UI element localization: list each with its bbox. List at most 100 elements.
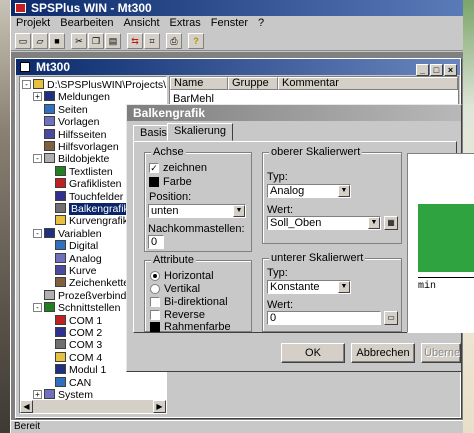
tree-item[interactable]: Modul 1 bbox=[44, 364, 106, 376]
collapse-icon[interactable]: - bbox=[33, 303, 42, 313]
apply-button[interactable]: Übernehmen bbox=[421, 343, 461, 363]
paste-icon[interactable]: ▤ bbox=[105, 33, 121, 49]
tree-horizontal-scrollbar[interactable]: ◀ ▶ bbox=[20, 400, 166, 413]
oberer-skalierwert-group: oberer Skalierwert Typ: Analog ▼ Wert: S… bbox=[262, 146, 402, 244]
cut-icon[interactable]: ✂ bbox=[71, 33, 87, 49]
tree-item[interactable]: Hilfsseiten bbox=[33, 128, 106, 141]
tree-item[interactable]: Vorlagen bbox=[33, 116, 99, 128]
menu-bearbeiten[interactable]: Bearbeiten bbox=[55, 16, 118, 31]
tree-item[interactable]: - Variablen bbox=[33, 227, 102, 240]
app-title: SPSPlus WIN - Mt300 bbox=[31, 1, 152, 15]
node-icon bbox=[55, 190, 66, 201]
tab-skalierung[interactable]: Skalierung bbox=[167, 123, 233, 141]
chevron-down-icon[interactable]: ▼ bbox=[338, 185, 350, 197]
tree-item-label: Kurve bbox=[69, 265, 97, 277]
balkengrafik-dialog: Balkengrafik Basis Skalierung Achse ✓ ze… bbox=[126, 104, 474, 372]
tree-item[interactable]: Hilfsvorlagen bbox=[33, 141, 119, 153]
tree-item[interactable]: COM 3 bbox=[44, 339, 102, 351]
zeichnen-checkbox[interactable]: ✓ bbox=[149, 163, 159, 173]
unterer-skalierwert-group: unterer Skalierwert Typ: Konstante ▼ Wer… bbox=[262, 252, 402, 332]
chevron-down-icon[interactable]: ▼ bbox=[338, 281, 350, 293]
tree-item[interactable]: - Bildobjekte bbox=[33, 153, 109, 165]
tree-item[interactable]: Zeichenkette bbox=[44, 277, 129, 289]
cancel-button[interactable]: Abbrechen bbox=[351, 343, 415, 363]
scroll-right-icon[interactable]: ▶ bbox=[153, 400, 166, 413]
menu-extras[interactable]: Extras bbox=[165, 16, 206, 31]
oberer-wert-value: Soll_Oben bbox=[270, 217, 322, 229]
unterer-typ-select[interactable]: Konstante ▼ bbox=[267, 280, 351, 294]
edit-value-icon[interactable]: ▭ bbox=[384, 311, 398, 325]
oberer-typ-select[interactable]: Analog ▼ bbox=[267, 184, 351, 198]
nachkommastellen-input[interactable]: 0 bbox=[148, 235, 164, 249]
tree-item-label: Analog bbox=[69, 252, 102, 265]
farbe-label: Farbe bbox=[163, 176, 192, 188]
chevron-down-icon[interactable]: ▼ bbox=[368, 217, 380, 229]
column-header-gruppe[interactable]: Gruppe bbox=[228, 77, 278, 90]
tree-item[interactable]: Grafiklisten bbox=[44, 178, 122, 190]
minimize-button[interactable]: _ bbox=[416, 64, 429, 76]
transfer-icon[interactable]: ⇆ bbox=[127, 33, 143, 49]
column-header-name[interactable]: Name bbox=[170, 77, 228, 90]
achse-group-label: Achse bbox=[151, 146, 186, 158]
help-icon[interactable]: ? bbox=[188, 33, 204, 49]
menu-bar: Projekt Bearbeiten Ansicht Extras Fenster? bbox=[11, 16, 463, 31]
preview-min-label: min bbox=[418, 281, 437, 292]
tree-item-label: COM 2 bbox=[69, 327, 103, 339]
vertikal-radio[interactable] bbox=[150, 284, 160, 294]
new-file-icon[interactable]: ▭ bbox=[15, 33, 31, 49]
tree-item[interactable]: COM 1 bbox=[44, 314, 102, 327]
menu-fenster[interactable]: Fenster bbox=[206, 16, 253, 31]
menu-projekt[interactable]: Projekt bbox=[11, 16, 55, 31]
tree-item[interactable]: Analog bbox=[44, 252, 102, 265]
menu-help[interactable]: ? bbox=[253, 16, 269, 31]
collapse-icon[interactable]: - bbox=[33, 228, 42, 238]
close-button[interactable]: × bbox=[444, 64, 457, 76]
bidirektional-checkbox[interactable] bbox=[150, 297, 160, 307]
copy-icon[interactable]: ❐ bbox=[88, 33, 104, 49]
tree-item[interactable]: COM 2 bbox=[44, 327, 102, 339]
tree-item[interactable]: Touchfelder bbox=[44, 190, 123, 203]
unterer-wert-input[interactable]: 0 bbox=[267, 311, 381, 325]
app-titlebar: SPSPlus WIN - Mt300 bbox=[11, 0, 463, 16]
farbe-swatch[interactable] bbox=[149, 177, 159, 187]
print-icon[interactable]: ⎙ bbox=[166, 33, 182, 49]
oberer-wert-select[interactable]: Soll_Oben ▼ bbox=[267, 216, 381, 230]
open-folder-icon[interactable]: ▱ bbox=[32, 33, 48, 49]
node-icon bbox=[44, 289, 55, 300]
position-select[interactable]: unten ▼ bbox=[148, 204, 246, 218]
ok-button[interactable]: OK bbox=[281, 343, 345, 363]
tree-item-label: Seiten bbox=[58, 103, 88, 116]
tree-item[interactable]: Textlisten bbox=[44, 165, 113, 178]
tree-item-label: Vorlagen bbox=[58, 116, 100, 129]
node-icon bbox=[44, 141, 55, 151]
compile-icon[interactable]: ⌗ bbox=[144, 33, 160, 49]
tree-item[interactable]: COM 4 bbox=[44, 351, 102, 364]
collapse-icon[interactable]: - bbox=[22, 80, 31, 89]
variable-browse-icon[interactable]: ▦ bbox=[384, 216, 398, 230]
tree-item[interactable]: - D:\SPSPlusWIN\Projects\Mt3 bbox=[22, 79, 166, 91]
tree-item[interactable]: Seiten bbox=[33, 103, 88, 116]
bidirektional-label: Bi-direktional bbox=[164, 296, 228, 308]
expand-icon[interactable]: + bbox=[33, 390, 42, 399]
project-window-titlebar: Mt300 _ □ × bbox=[16, 59, 460, 76]
menu-ansicht[interactable]: Ansicht bbox=[118, 16, 164, 31]
node-icon bbox=[44, 103, 55, 114]
scroll-left-icon[interactable]: ◀ bbox=[20, 400, 33, 413]
collapse-icon[interactable]: - bbox=[33, 154, 42, 164]
tree-item[interactable]: Digital bbox=[44, 240, 98, 252]
maximize-button[interactable]: □ bbox=[430, 64, 443, 76]
horizontal-radio[interactable] bbox=[150, 271, 160, 281]
reverse-checkbox[interactable] bbox=[150, 310, 160, 320]
oberer-typ-label: Typ: bbox=[267, 171, 288, 183]
rahmenfarbe-swatch[interactable] bbox=[150, 322, 160, 332]
column-header-kommentar[interactable]: Kommentar bbox=[278, 77, 458, 90]
tree-item[interactable]: - Schnittstellen bbox=[33, 302, 120, 314]
save-icon[interactable]: ■ bbox=[49, 33, 65, 49]
tree-item[interactable]: + Meldungen bbox=[33, 91, 110, 103]
tree-item[interactable]: Kurve bbox=[44, 265, 96, 277]
tree-item-label: Hilfsvorlagen bbox=[58, 141, 119, 153]
tree-item[interactable]: CAN bbox=[44, 376, 91, 389]
chevron-down-icon[interactable]: ▼ bbox=[233, 205, 245, 217]
tree-item-label: COM 3 bbox=[69, 339, 103, 352]
expand-icon[interactable]: + bbox=[33, 92, 42, 102]
